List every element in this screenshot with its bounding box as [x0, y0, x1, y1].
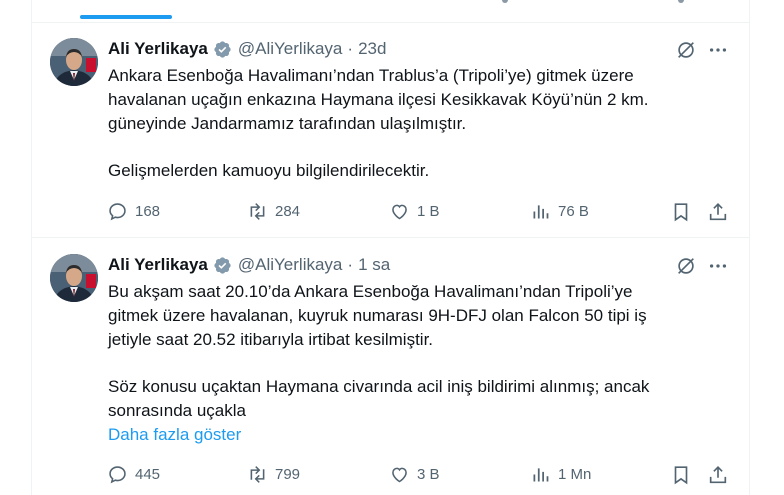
more-icon[interactable]: [707, 255, 729, 277]
views-icon: [533, 467, 549, 481]
reply-count: 445: [135, 465, 161, 483]
views-button[interactable]: 1 Mn: [530, 463, 591, 485]
tweet-text-line: güneyinde Jandarmamız tarafından ulaşılm…: [108, 114, 467, 133]
author-handle[interactable]: @AliYerlikaya: [238, 39, 343, 59]
grok-icon[interactable]: [675, 255, 697, 277]
reply-icon: [109, 465, 126, 483]
grok-icon[interactable]: [675, 39, 697, 61]
like-count: 1 B: [417, 202, 440, 220]
like-button[interactable]: 3 B: [389, 463, 440, 485]
like-icon: [392, 467, 407, 482]
tweet-text-line: Ankara Esenboğa Havalimanı’ndan Trablus’…: [108, 66, 634, 85]
separator-dot: ·: [347, 39, 354, 58]
author-handle[interactable]: @AliYerlikaya: [238, 255, 343, 275]
author-name[interactable]: Ali Yerlikaya: [108, 39, 208, 59]
tweet-text: Ankara Esenboğa Havalimanı’ndan Trablus’…: [108, 64, 728, 183]
tweet-text-line: havalanan uçağın enkazına Haymana ilçesi…: [108, 90, 649, 109]
tweet-text-line: Bu akşam saat 20.10’da Ankara Esenboğa H…: [108, 282, 633, 301]
reply-icon: [109, 202, 126, 220]
tweet-text-line: gitmek üzere havalanan, kuyruk numarası …: [108, 306, 647, 325]
timestamp[interactable]: 1 sa: [358, 255, 390, 275]
like-count: 3 B: [417, 465, 440, 483]
separator-dot: ·: [347, 255, 354, 274]
views-icon: [533, 204, 549, 218]
tweet-text-line: Gelişmelerden kamuoyu bilgilendirilecekt…: [108, 161, 430, 180]
divider: [31, 237, 750, 238]
author-name[interactable]: Ali Yerlikaya: [108, 255, 208, 275]
share-icon[interactable]: [707, 464, 729, 486]
bookmark-icon[interactable]: [670, 464, 692, 486]
timestamp[interactable]: 23d: [358, 39, 386, 59]
show-more-link[interactable]: Daha fazla göster: [108, 423, 728, 447]
reply-count: 168: [135, 202, 161, 220]
reply-button[interactable]: 445: [107, 463, 160, 485]
verified-badge-icon: [214, 256, 231, 274]
avatar-image: [50, 254, 98, 302]
tweet-text-line: Söz konusu uçaktan Haymana civarında aci…: [108, 377, 650, 396]
like-button[interactable]: 1 B: [389, 200, 440, 222]
like-icon: [392, 204, 407, 219]
repost-icon: [250, 465, 265, 483]
repost-button[interactable]: 799: [247, 463, 300, 485]
repost-icon: [250, 202, 265, 220]
views-button[interactable]: 76 B: [530, 200, 589, 222]
reply-button[interactable]: 168: [107, 200, 160, 222]
share-icon[interactable]: [707, 201, 729, 223]
tweet-header: Ali Yerlikaya @AliYerlikaya · 1 sa: [108, 254, 390, 276]
views-count: 1 Mn: [558, 465, 592, 483]
tweet-text-line: sonrasında uçakla: [108, 401, 246, 420]
repost-count: 799: [275, 465, 301, 483]
more-icon[interactable]: [707, 39, 729, 61]
repost-button[interactable]: 284: [247, 200, 300, 222]
views-count: 76 B: [558, 202, 589, 220]
verified-badge-icon: [214, 40, 231, 58]
tweet-header: Ali Yerlikaya @AliYerlikaya · 23d: [108, 38, 386, 60]
bookmark-icon[interactable]: [670, 201, 692, 223]
active-tab-indicator: [80, 15, 172, 19]
tweet-text: Bu akşam saat 20.10’da Ankara Esenboğa H…: [108, 280, 728, 447]
repost-count: 284: [275, 202, 301, 220]
avatar-image: [50, 38, 98, 86]
tweet-text-line: jetiyle saat 20.52 itibarıyla irtibat ke…: [108, 330, 434, 349]
avatar[interactable]: [50, 38, 98, 86]
avatar[interactable]: [50, 254, 98, 302]
divider: [31, 22, 750, 23]
